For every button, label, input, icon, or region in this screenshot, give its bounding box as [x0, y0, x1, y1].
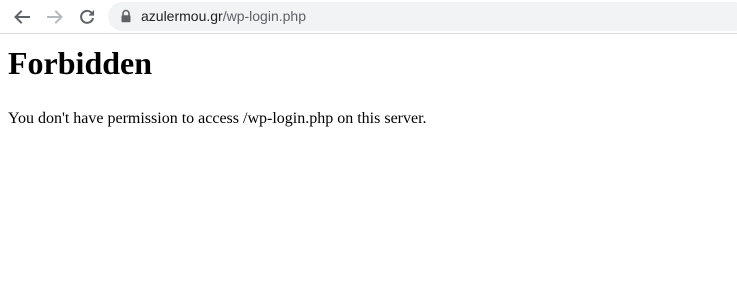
- reload-icon: [80, 9, 95, 24]
- url-path: /wp-login.php: [222, 8, 306, 24]
- back-button[interactable]: [9, 4, 35, 30]
- page-title: Forbidden: [8, 45, 153, 81]
- forward-button[interactable]: [42, 4, 68, 30]
- forward-arrow-icon: [47, 10, 63, 24]
- url-host: azulermou.gr: [141, 8, 223, 24]
- page-content: Forbidden You don't have permission to a…: [8, 35, 728, 128]
- address-bar[interactable]: azulermou.gr/wp-login.php: [108, 2, 737, 31]
- lock-icon: [121, 9, 131, 23]
- back-arrow-icon: [14, 10, 30, 24]
- url-text[interactable]: azulermou.gr/wp-login.php: [141, 8, 306, 25]
- browser-toolbar: azulermou.gr/wp-login.php: [0, 0, 737, 34]
- error-message: You don't have permission to access /wp-…: [8, 110, 427, 127]
- reload-button[interactable]: [74, 4, 100, 30]
